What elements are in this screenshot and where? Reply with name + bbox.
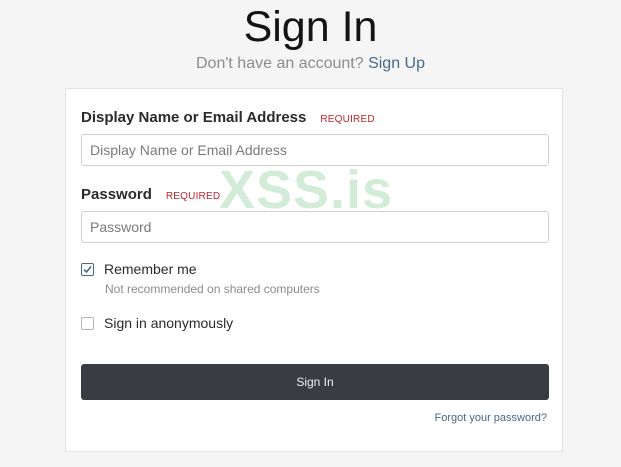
login-label-row: Display Name or Email Address REQUIRED [81,109,375,126]
anonymous-checkbox[interactable] [81,316,94,330]
forgot-password-link[interactable]: Forgot your password? [435,412,548,424]
login-input[interactable] [81,134,549,166]
remember-me-label[interactable]: Remember me [104,261,197,277]
page-title: Sign In [243,3,378,51]
no-account-text: Don't have an account? [196,55,364,72]
signin-button[interactable]: Sign In [81,364,549,400]
password-label: Password [81,186,152,203]
signup-link[interactable]: Sign Up [368,55,425,72]
remember-me-row[interactable]: Remember me [81,261,197,277]
checkmark-icon [83,265,92,273]
anonymous-label[interactable]: Sign in anonymously [104,315,233,331]
remember-me-checkbox[interactable] [81,262,94,276]
anonymous-row[interactable]: Sign in anonymously [81,315,233,331]
login-label: Display Name or Email Address [81,109,307,126]
remember-me-hint: Not recommended on shared computers [105,282,320,296]
signup-prompt: Don't have an account? Sign Up [0,54,621,74]
signin-form: Display Name or Email Address REQUIRED P… [65,88,563,452]
login-required-badge: REQUIRED [320,114,375,125]
password-required-badge: REQUIRED [165,191,221,202]
password-input[interactable] [81,211,549,243]
password-label-row: Password REQUIRED [81,186,220,203]
